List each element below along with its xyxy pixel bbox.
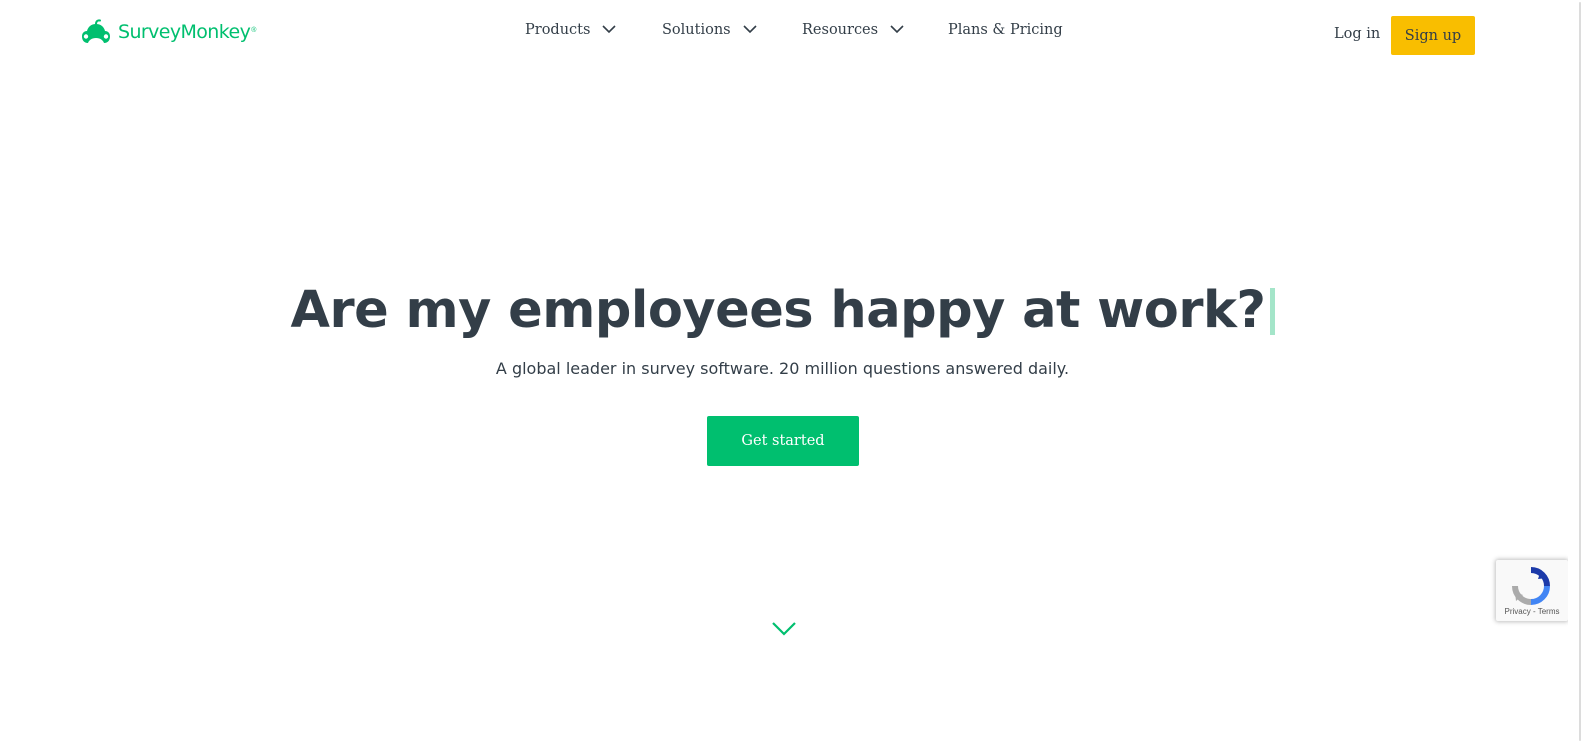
- chevron-down-icon: [771, 622, 797, 641]
- monkey-logo-icon: [79, 19, 113, 45]
- nav-item-resources[interactable]: Resources: [802, 22, 904, 38]
- nav-item-label: Products: [525, 22, 591, 38]
- nav-item-plans-pricing[interactable]: Plans & Pricing: [948, 22, 1063, 38]
- typing-caret: [1269, 288, 1275, 335]
- signup-button[interactable]: Sign up: [1391, 16, 1475, 55]
- page: SurveyMonkey ® Products Solutions Resour…: [0, 0, 1585, 747]
- scroll-down-button[interactable]: [771, 621, 797, 642]
- get-started-button[interactable]: Get started: [707, 416, 859, 466]
- login-link[interactable]: Log in: [1334, 26, 1380, 42]
- chevron-down-icon: [602, 22, 617, 38]
- page-scrollbar[interactable]: [1568, 0, 1585, 747]
- nav-item-label: Resources: [802, 22, 879, 38]
- nav-item-label: Solutions: [662, 22, 731, 38]
- nav-item-solutions[interactable]: Solutions: [662, 22, 757, 38]
- hero-headline-text: Are my employees happy at work?: [290, 281, 1267, 340]
- recaptcha-separator: -: [1530, 607, 1538, 616]
- recaptcha-privacy-link[interactable]: Privacy: [1505, 607, 1531, 616]
- scrollbar-thumb[interactable]: [1579, 2, 1581, 741]
- chevron-down-icon: [890, 22, 904, 38]
- logo-text: SurveyMonkey: [118, 20, 251, 43]
- nav-item-label: Plans & Pricing: [948, 22, 1063, 38]
- registered-mark: ®: [251, 26, 257, 34]
- logo-link[interactable]: SurveyMonkey ®: [79, 19, 256, 45]
- recaptcha-badge[interactable]: Privacy - Terms: [1496, 560, 1568, 621]
- nav-item-products[interactable]: Products: [525, 22, 617, 38]
- chevron-down-icon: [743, 22, 757, 38]
- recaptcha-links: Privacy - Terms: [1496, 607, 1568, 616]
- hero-subheadline: A global leader in survey software. 20 m…: [495, 359, 1070, 378]
- hero-headline: Are my employees happy at work?: [0, 281, 1565, 341]
- recaptcha-terms-link[interactable]: Terms: [1538, 607, 1560, 616]
- recaptcha-icon: [1511, 566, 1551, 611]
